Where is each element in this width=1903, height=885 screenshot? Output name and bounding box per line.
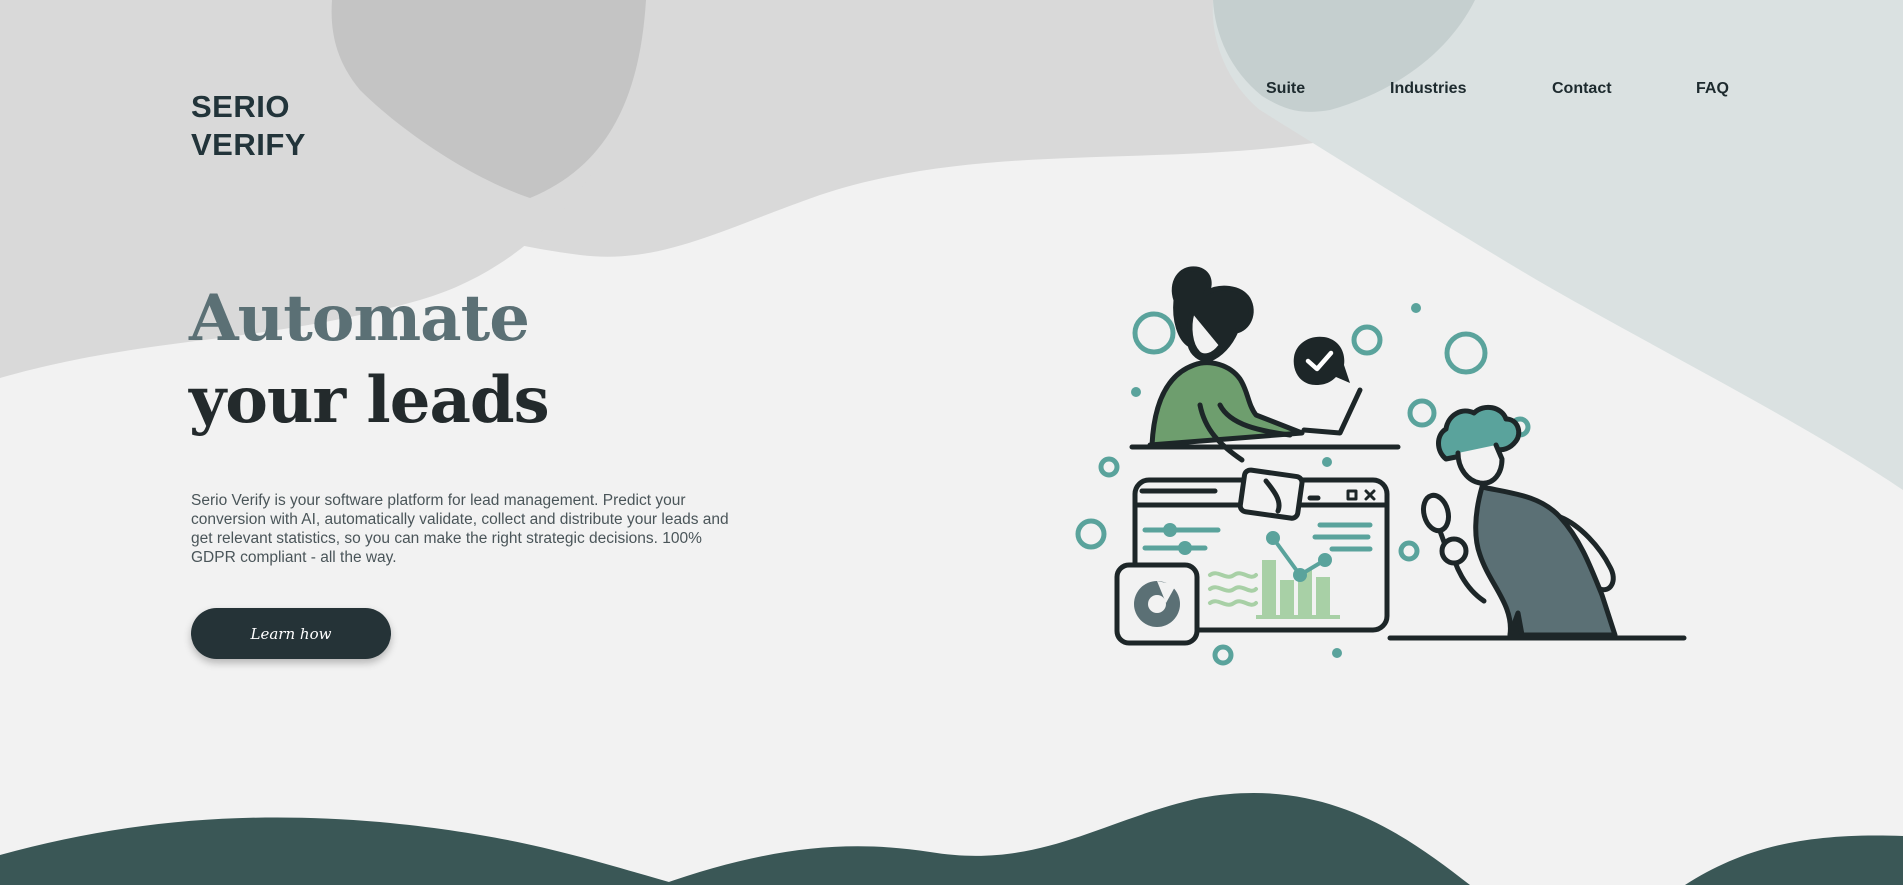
check-bubble [1293, 336, 1350, 385]
bottom-wave [0, 792, 1903, 885]
main-nav: Suite Industries Contact FAQ [0, 80, 1903, 100]
hero-title-line1: Automate [189, 281, 530, 356]
nav-item-contact[interactable]: Contact [1552, 80, 1612, 98]
man-with-magnifier [1387, 404, 1687, 641]
nav-item-faq[interactable]: FAQ [1696, 80, 1729, 98]
brand-logo-line2: VERIFY [191, 127, 306, 162]
woman-with-laptop [1129, 266, 1401, 463]
lead-management-illustration [1075, 266, 1687, 666]
hero-title: Automate your leads [189, 278, 550, 442]
hero-description: Serio Verify is your software platform f… [191, 492, 729, 566]
learn-how-button[interactable]: Learn how [191, 608, 391, 659]
dashboard-window [1114, 467, 1390, 646]
hero-title-line2: your leads [189, 363, 550, 438]
nav-item-suite[interactable]: Suite [1266, 80, 1305, 98]
landing-page: SERIO VERIFY Suite Industries Contact FA… [0, 0, 1903, 885]
nav-item-industries[interactable]: Industries [1390, 80, 1466, 98]
